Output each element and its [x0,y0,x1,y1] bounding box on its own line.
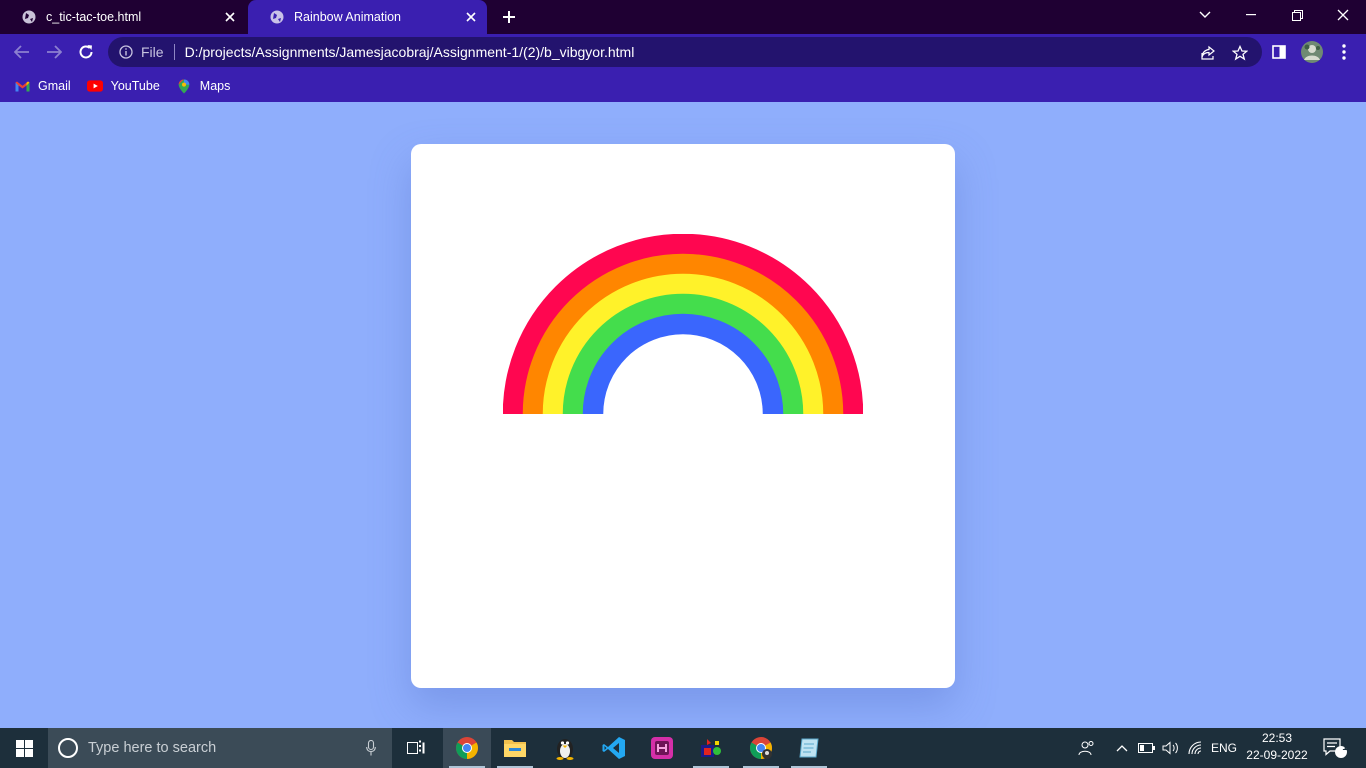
wifi-icon[interactable] [1185,728,1207,768]
minimize-button[interactable] [1228,0,1274,30]
bookmark-youtube[interactable]: YouTube [86,79,160,93]
address-bar[interactable]: File D:/projects/Assignments/Jamesjacobr… [108,37,1262,67]
bookmark-label: YouTube [110,79,160,93]
gmail-icon [14,79,30,93]
volume-icon[interactable] [1160,728,1182,768]
app-icon[interactable] [638,728,686,768]
close-window-button[interactable] [1320,0,1366,30]
bookmarks-bar: Gmail YouTube Maps [0,70,1366,102]
rainbow-graphic [503,234,863,414]
url-text[interactable]: D:/projects/Assignments/Jamesjacobraj/As… [185,44,635,60]
clock-date: 22-09-2022 [1246,748,1308,762]
chrome-icon[interactable] [443,728,491,768]
windows-taskbar: Type here to search ENG 22:53 22-09-2022… [0,728,1366,768]
menu-kebab-icon[interactable] [1332,40,1356,64]
tab-search-chevron-icon[interactable] [1182,0,1228,30]
taskbar-search-box[interactable]: Type here to search [48,728,392,768]
notes-icon[interactable] [785,728,833,768]
globe-icon [270,10,284,24]
cortana-icon [58,738,78,758]
maps-icon [176,79,192,93]
restore-button[interactable] [1274,0,1320,30]
task-view-icon[interactable] [392,728,440,768]
close-icon[interactable] [463,9,479,25]
chrome-profile-icon[interactable] [737,728,785,768]
start-button[interactable] [0,728,48,768]
battery-icon[interactable] [1136,728,1158,768]
close-icon[interactable] [222,9,238,25]
side-panel-icon[interactable] [1267,40,1291,64]
people-icon[interactable] [1074,728,1100,768]
info-icon[interactable] [119,45,133,59]
tab-title: Rainbow Animation [294,10,402,24]
notification-count-badge: 1 [1342,742,1348,753]
share-icon[interactable] [1199,44,1217,62]
linux-penguin-icon[interactable] [541,728,589,768]
youtube-icon [86,79,103,93]
tab-tic-tac-toe[interactable]: c_tic-tac-toe.html [0,0,246,34]
search-placeholder: Type here to search [88,740,217,756]
forward-button[interactable] [42,40,66,64]
profile-avatar[interactable] [1300,40,1324,64]
bookmark-label: Gmail [38,79,71,93]
clock[interactable]: 22:53 22-09-2022 [1244,730,1310,766]
scheme-label: File [141,44,164,60]
bookmark-maps[interactable]: Maps [176,79,231,93]
vscode-icon[interactable] [590,728,638,768]
tab-title: c_tic-tac-toe.html [46,10,142,24]
game-icon[interactable] [687,728,735,768]
bookmark-star-icon[interactable] [1231,44,1249,62]
clock-time: 22:53 [1261,731,1293,745]
tray-chevron-up-icon[interactable] [1112,728,1132,768]
tab-strip: c_tic-tac-toe.html Rainbow Animation [0,0,1366,34]
file-explorer-icon[interactable] [491,728,539,768]
globe-icon [22,10,36,24]
language-indicator[interactable]: ENG [1208,728,1240,768]
microphone-icon[interactable] [364,739,378,757]
reload-button[interactable] [74,40,98,64]
tab-rainbow-animation[interactable]: Rainbow Animation [248,0,487,34]
new-tab-button[interactable] [499,7,519,27]
page-viewport [0,102,1366,728]
divider [173,44,175,60]
browser-toolbar: File D:/projects/Assignments/Jamesjacobr… [0,34,1366,70]
rainbow-band-5 [582,313,784,414]
back-button[interactable] [10,40,34,64]
bookmark-gmail[interactable]: Gmail [14,79,71,93]
rainbow-card [411,144,955,688]
bookmark-label: Maps [199,79,231,93]
notification-center-icon[interactable]: 1 [1318,728,1352,768]
windows-logo-icon [15,739,33,757]
